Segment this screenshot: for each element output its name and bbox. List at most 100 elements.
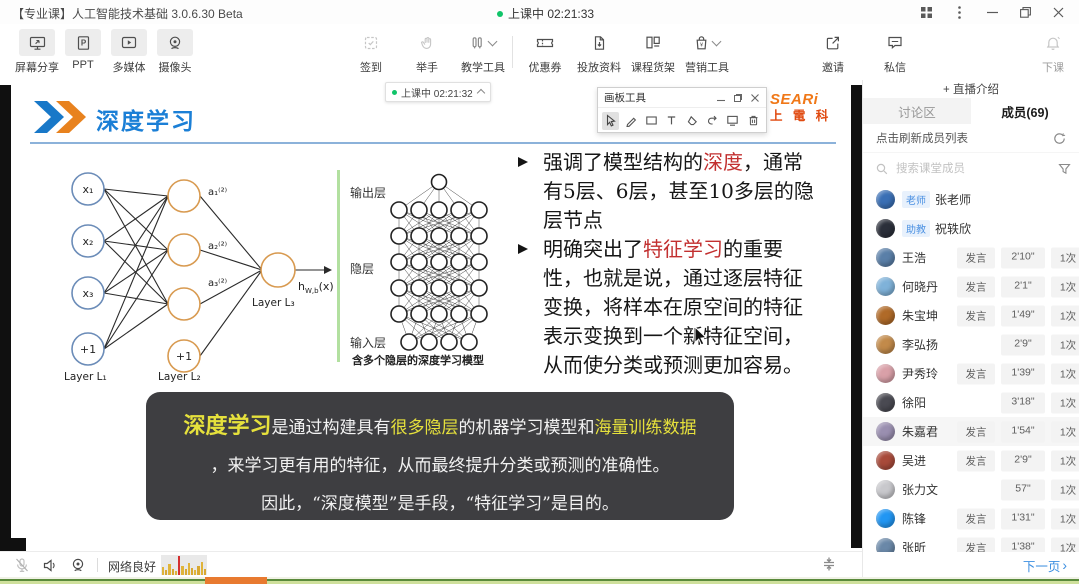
checkin-button[interactable]: 签到 [348, 29, 394, 75]
sidebar: + 直播介绍 讨论区 成员(69) 点击刷新成员列表 老师 张老师 助教 祝轶欣 [862, 80, 1079, 578]
member-row[interactable]: 尹秀玲 发言 1'39" 1次 [863, 359, 1079, 388]
media-icon [111, 29, 147, 56]
chevron-down-icon [488, 36, 498, 46]
output-layer-label: 输出层 [350, 184, 386, 201]
duration-chip: 1'31" [1001, 508, 1045, 529]
speak-chip[interactable]: 发言 [957, 305, 995, 326]
speak-chip[interactable]: 发言 [957, 421, 995, 442]
materials-button[interactable]: 投放资料 [576, 29, 622, 75]
collapse-panel-icon[interactable] [822, 556, 836, 572]
hidden-layer-label: 隐层 [350, 260, 374, 277]
tab-discussion[interactable]: 讨论区 [863, 98, 971, 124]
search-input[interactable] [894, 162, 1052, 176]
member-row[interactable]: 朱宝坤 发言 1'49" 1次 [863, 301, 1079, 330]
panel-restore-icon[interactable] [733, 93, 743, 103]
collapse-caret-icon[interactable] [477, 89, 485, 97]
member-row[interactable]: 王浩 发言 2'10" 1次 [863, 243, 1079, 272]
marketing-tools-button[interactable]: ¥ 营销工具 [684, 29, 730, 75]
minimize-button[interactable] [985, 5, 999, 19]
member-name: 何晓丹 [902, 278, 938, 295]
mouse-cursor-icon [694, 326, 708, 346]
speak-chip[interactable]: 发言 [957, 450, 995, 471]
slide-title: 深度学习 [96, 102, 196, 136]
filter-icon[interactable] [1058, 163, 1071, 175]
member-row[interactable]: 陈锋 发言 1'31" 1次 [863, 504, 1079, 533]
ppt-button[interactable]: P PPT [60, 29, 106, 75]
definition-box: 深度学习是通过构建具有很多隐层的机器学习模型和海量训练数据 ，来学习更有用的特征… [146, 392, 734, 520]
camera-button[interactable]: 摄像头 [152, 29, 198, 75]
svg-text:¥: ¥ [700, 42, 704, 48]
eraser-tool-icon[interactable] [684, 112, 701, 130]
materials-icon [592, 29, 607, 56]
floating-class-timer[interactable]: 上课中 02:21:32 [385, 82, 491, 102]
member-row[interactable]: 朱嘉君 发言 1'54" 1次 [863, 417, 1079, 446]
coupon-button[interactable]: 优惠券 [522, 29, 568, 75]
definition-line: 因此，“深度模型”是手段，“特征学习”是目的。 [170, 485, 710, 523]
tab-members[interactable]: 成员(69) [971, 98, 1079, 124]
bottombar-divider [97, 558, 98, 572]
svg-text:Layer L₁: Layer L₁ [64, 371, 107, 383]
undo-tool-icon[interactable] [704, 112, 721, 130]
sidebar-footer: 下一页 › [863, 552, 1079, 578]
grid-view-icon[interactable] [919, 5, 933, 19]
invite-button[interactable]: 邀请 [810, 29, 856, 75]
dm-button[interactable]: 私信 [872, 29, 918, 75]
select-tool-icon[interactable] [602, 112, 619, 130]
end-class-button[interactable]: 下课 [1030, 29, 1076, 75]
titlebar: 【专业课】人工智能技术基础 3.0.6.30 Beta 上课中 02:21:33 [0, 0, 1079, 24]
whiteboard-tools-panel: 画板工具 [597, 87, 767, 133]
slide-corner [10, 538, 26, 552]
refresh-member-list[interactable]: 点击刷新成员列表 [863, 124, 1079, 153]
member-name: 陈锋 [902, 510, 926, 527]
duration-chip: 2'9" [1001, 334, 1045, 355]
duration-chip: 57" [1001, 479, 1045, 500]
restore-button[interactable] [1018, 5, 1032, 19]
member-name: 王浩 [902, 249, 926, 266]
avatar [876, 509, 895, 528]
microphone-muted-icon[interactable] [12, 555, 32, 575]
member-row[interactable]: 徐阳 3'18" 1次 [863, 388, 1079, 417]
webcam-icon[interactable] [68, 555, 88, 575]
member-name: 尹秀玲 [902, 365, 938, 382]
member-row[interactable]: 李弘扬 2'9" 1次 [863, 330, 1079, 359]
member-list: 老师 张老师 助教 祝轶欣 王浩 发言 2'10" 1次 何晓丹 发言 2'1 [863, 185, 1079, 562]
rectangle-tool-icon[interactable] [643, 112, 660, 130]
raise-hand-icon [419, 29, 435, 56]
board-tool-icon[interactable] [724, 112, 741, 130]
more-menu-icon[interactable] [952, 5, 966, 19]
pen-tool-icon[interactable] [622, 112, 639, 130]
desktop-strip [0, 577, 1079, 584]
teaching-tools-button[interactable]: 教学工具 [460, 29, 506, 75]
member-row[interactable]: 吴进 发言 2'9" 1次 [863, 446, 1079, 475]
live-intro-link[interactable]: + 直播介绍 [863, 80, 1079, 98]
screen-share-button[interactable]: 屏幕分享 [14, 29, 60, 75]
speaker-icon[interactable] [40, 555, 60, 575]
panel-close-icon[interactable] [750, 93, 760, 103]
member-row[interactable]: 何晓丹 发言 2'1" 1次 [863, 272, 1079, 301]
count-chip: 1次 [1051, 450, 1079, 471]
course-shelf-button[interactable]: 课程货架 [630, 29, 676, 75]
panel-minimize-icon[interactable] [716, 93, 726, 103]
member-name: 朱宝坤 [902, 307, 938, 324]
raise-hand-button[interactable]: 举手 [404, 29, 450, 75]
speak-chip[interactable]: 发言 [957, 363, 995, 384]
avatar [876, 451, 895, 470]
svg-text:Layer L₂: Layer L₂ [158, 371, 201, 383]
bullet-arrow-icon [518, 244, 528, 254]
close-button[interactable] [1051, 5, 1065, 19]
refresh-icon[interactable] [1053, 132, 1066, 145]
speak-chip[interactable]: 发言 [957, 247, 995, 268]
text-tool-icon[interactable] [663, 112, 680, 130]
trash-tool-icon[interactable] [745, 112, 762, 130]
member-row[interactable]: 张力文 57" 1次 [863, 475, 1079, 504]
member-row[interactable]: 老师 张老师 [863, 185, 1079, 214]
teaching-tools-icon [470, 29, 496, 56]
green-divider [337, 170, 340, 362]
avatar [876, 364, 895, 383]
next-page-button[interactable]: 下一页 › [1023, 556, 1067, 575]
member-row[interactable]: 助教 祝轶欣 [863, 214, 1079, 243]
speak-chip[interactable]: 发言 [957, 276, 995, 297]
media-button[interactable]: 多媒体 [106, 29, 152, 75]
speak-chip[interactable]: 发言 [957, 508, 995, 529]
chevron-right-icon: › [1062, 558, 1067, 572]
